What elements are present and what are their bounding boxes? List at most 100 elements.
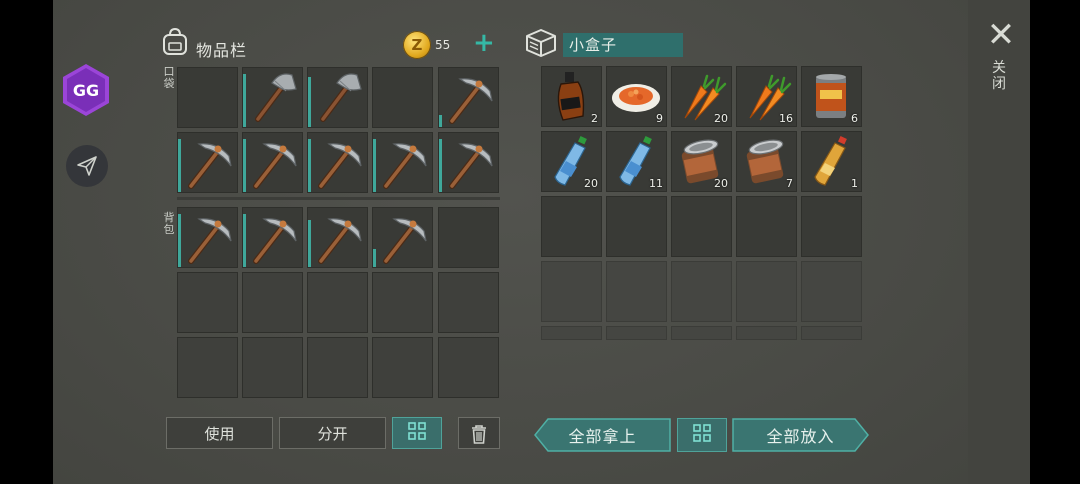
- pocket-slot[interactable]: [372, 132, 433, 193]
- durability-bar: [373, 139, 376, 192]
- durability-bar: [243, 214, 246, 267]
- box-slot[interactable]: 20: [671, 131, 732, 192]
- box-slot[interactable]: 9: [606, 66, 667, 127]
- backpack-slot[interactable]: [242, 207, 303, 268]
- box-slot[interactable]: [801, 196, 862, 257]
- durability-bar: [439, 115, 442, 127]
- box-slot[interactable]: [801, 326, 862, 340]
- durability-bar: [308, 77, 311, 127]
- box-slot[interactable]: [606, 261, 667, 322]
- pocket-slot[interactable]: [177, 67, 238, 128]
- screen-edge-left: [0, 0, 53, 484]
- put-all-label: 全部放入: [766, 427, 835, 446]
- pocket-slot[interactable]: [307, 67, 368, 128]
- add-coins-button[interactable]: +: [473, 30, 495, 56]
- split-button[interactable]: 分开: [279, 417, 386, 449]
- backpack-slot[interactable]: [307, 337, 368, 398]
- backpack-slot[interactable]: [242, 272, 303, 333]
- item-quantity: 20: [714, 177, 728, 190]
- svg-text:GG: GG: [73, 81, 99, 100]
- pocket-slot[interactable]: [242, 132, 303, 193]
- box-slot[interactable]: 6: [801, 66, 862, 127]
- coin-icon: Z: [403, 31, 431, 59]
- box-slot[interactable]: 20: [541, 131, 602, 192]
- use-button[interactable]: 使用: [166, 417, 273, 449]
- durability-bar: [243, 139, 246, 192]
- box-slot[interactable]: [541, 261, 602, 322]
- box-slot[interactable]: 16: [736, 66, 797, 127]
- backpack-slot[interactable]: [438, 207, 499, 268]
- take-all-button[interactable]: 全部拿上: [534, 418, 671, 452]
- gg-logo-icon[interactable]: GG: [62, 64, 110, 116]
- durability-bar: [178, 139, 181, 192]
- item-quantity: 11: [649, 177, 663, 190]
- trash-icon: [469, 423, 489, 456]
- sort-inventory-button[interactable]: [392, 417, 442, 449]
- durability-bar: [308, 220, 311, 267]
- item-quantity: 20: [584, 177, 598, 190]
- box-slot[interactable]: [541, 326, 602, 340]
- backpack-icon: [160, 26, 190, 60]
- pocket-slot[interactable]: [242, 67, 303, 128]
- box-slot[interactable]: 2: [541, 66, 602, 127]
- backpack-slot[interactable]: [177, 207, 238, 268]
- pocket-slot[interactable]: [307, 132, 368, 193]
- close-icon[interactable]: ✕: [986, 18, 1016, 52]
- box-slot[interactable]: [606, 196, 667, 257]
- box-slot[interactable]: [671, 196, 732, 257]
- box-slot[interactable]: [671, 326, 732, 340]
- item-quantity: 2: [591, 112, 598, 125]
- box-slot[interactable]: [671, 261, 732, 322]
- backpack-slot[interactable]: [372, 337, 433, 398]
- backpack-slot[interactable]: [438, 272, 499, 333]
- close-label[interactable]: 关闭: [990, 60, 1008, 92]
- backpack-slot[interactable]: [177, 272, 238, 333]
- box-slot[interactable]: [606, 326, 667, 340]
- grid-icon: [692, 423, 712, 447]
- box-slot[interactable]: [736, 196, 797, 257]
- box-slot[interactable]: [736, 326, 797, 340]
- item-quantity: 20: [714, 112, 728, 125]
- pocket-slot[interactable]: [372, 67, 433, 128]
- trash-button[interactable]: [458, 417, 500, 449]
- backpack-slot[interactable]: [307, 272, 368, 333]
- box-slot[interactable]: [541, 196, 602, 257]
- box-slot[interactable]: 11: [606, 131, 667, 192]
- box-slot[interactable]: [736, 261, 797, 322]
- backpack-slot[interactable]: [438, 337, 499, 398]
- share-icon[interactable]: [66, 145, 108, 187]
- item-quantity: 9: [656, 112, 663, 125]
- durability-bar: [178, 214, 181, 267]
- backpack-slot[interactable]: [177, 337, 238, 398]
- item-quantity: 1: [851, 177, 858, 190]
- backpack-label: 背包: [163, 211, 175, 236]
- inventory-title: 物品栏: [196, 41, 248, 60]
- backpack-slot[interactable]: [307, 207, 368, 268]
- backpack-slot[interactable]: [242, 337, 303, 398]
- item-quantity: 16: [779, 112, 793, 125]
- backpack-slot[interactable]: [372, 207, 433, 268]
- box-title: 小盒子: [563, 33, 683, 57]
- screen-edge-right: [1030, 0, 1080, 484]
- durability-bar: [308, 139, 311, 192]
- take-all-label: 全部拿上: [568, 427, 637, 446]
- pocket-slot[interactable]: [177, 132, 238, 193]
- coin-count: 55: [435, 38, 451, 52]
- box-slot[interactable]: 7: [736, 131, 797, 192]
- box-slot[interactable]: 20: [671, 66, 732, 127]
- durability-bar: [373, 249, 376, 267]
- item-quantity: 7: [786, 177, 793, 190]
- grid-icon: [407, 421, 427, 445]
- pocket-slot[interactable]: [438, 132, 499, 193]
- pocket-label: 口袋: [163, 65, 175, 90]
- pocket-slot[interactable]: [438, 67, 499, 128]
- item-quantity: 6: [851, 112, 858, 125]
- box-icon: [524, 27, 558, 63]
- grid-divider: [177, 197, 500, 200]
- backpack-slot[interactable]: [372, 272, 433, 333]
- durability-bar: [243, 74, 246, 127]
- box-slot[interactable]: [801, 261, 862, 322]
- box-slot[interactable]: 1: [801, 131, 862, 192]
- sort-box-button[interactable]: [677, 418, 727, 452]
- put-all-button[interactable]: 全部放入: [732, 418, 869, 452]
